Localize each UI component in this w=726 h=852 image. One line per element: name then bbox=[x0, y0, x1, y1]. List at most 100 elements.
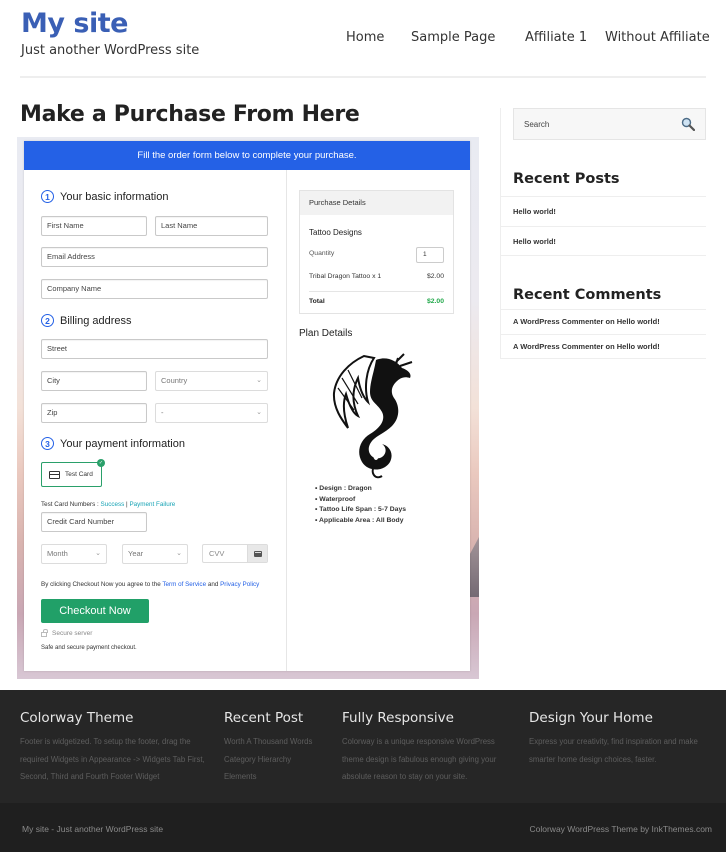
street-input[interactable]: Street bbox=[41, 339, 268, 359]
footer-col-colorway: Colorway Theme Footer is widgetized. To … bbox=[20, 710, 215, 786]
nav-home[interactable]: Home bbox=[346, 30, 384, 45]
first-name-input[interactable]: First Name bbox=[41, 216, 147, 236]
product-group: Tattoo Designs bbox=[309, 228, 362, 237]
card-number-input[interactable]: Credit Card Number bbox=[41, 512, 147, 532]
email-input[interactable]: Email Address bbox=[41, 247, 268, 267]
section-title: Your payment information bbox=[60, 437, 185, 450]
dragon-tattoo-image bbox=[332, 353, 413, 479]
payment-method-label: Test Card bbox=[65, 471, 93, 478]
purchase-details-heading: Purchase Details bbox=[300, 191, 453, 215]
country-select[interactable]: Country ⌄ bbox=[155, 371, 268, 391]
chevron-down-icon: ⌄ bbox=[95, 550, 101, 557]
step-number: 2 bbox=[41, 314, 54, 327]
footer-col-title: Colorway Theme bbox=[20, 710, 134, 726]
form-banner: Fill the order form below to complete yo… bbox=[24, 141, 470, 170]
section-payment: 3 Your payment information bbox=[41, 437, 185, 450]
secure-server: Secure server bbox=[41, 629, 93, 637]
city-input[interactable]: City bbox=[41, 371, 147, 391]
column-divider bbox=[286, 170, 287, 671]
search-input[interactable] bbox=[514, 109, 674, 139]
privacy-link[interactable]: Privacy Policy bbox=[220, 581, 259, 588]
page-title: Make a Purchase From Here bbox=[20, 102, 360, 127]
secure-server-label: Secure server bbox=[52, 630, 93, 637]
recent-comment-link[interactable]: A WordPress Commenter on Hello world! bbox=[501, 334, 706, 359]
total-amount: $2.00 bbox=[426, 298, 444, 305]
cvv-card-icon bbox=[247, 545, 267, 562]
plan-details-heading: Plan Details bbox=[299, 328, 353, 339]
cvv-input[interactable]: CVV bbox=[202, 544, 268, 563]
chevron-down-icon: ⌄ bbox=[176, 550, 182, 557]
header-divider bbox=[20, 76, 706, 78]
line-item-amount: $2.00 bbox=[426, 273, 444, 280]
success-link[interactable]: Success bbox=[101, 501, 125, 508]
test-card-label: Test Card Numbers : bbox=[41, 501, 101, 508]
line-item: Tribal Dragon Tattoo x 1 $2.00 bbox=[309, 273, 444, 280]
search-icon[interactable] bbox=[681, 117, 695, 131]
lock-icon bbox=[41, 629, 48, 637]
footer-theme-credit[interactable]: Colorway WordPress Theme by InkThemes.co… bbox=[530, 824, 713, 834]
search-widget bbox=[513, 108, 706, 140]
month-select[interactable]: Month ⌄ bbox=[41, 544, 107, 564]
plan-feature: Waterproof bbox=[315, 495, 406, 506]
section-title: Billing address bbox=[60, 314, 132, 327]
check-icon: ✓ bbox=[97, 459, 105, 467]
total-label: Total bbox=[309, 298, 325, 305]
footer-widgets: Colorway Theme Footer is widgetized. To … bbox=[0, 690, 726, 803]
plan-feature: Design : Dragon bbox=[315, 484, 406, 495]
quantity-input[interactable]: 1 bbox=[416, 247, 444, 263]
nav-sample-page[interactable]: Sample Page bbox=[411, 30, 495, 45]
footer-post-link[interactable]: Category Hierarchy bbox=[224, 751, 334, 769]
recent-comments-heading: Recent Comments bbox=[513, 287, 662, 303]
footer-col-text: Colorway is a unique responsive WordPres… bbox=[342, 737, 497, 781]
footer-col-text: Express your creativity, find inspiratio… bbox=[529, 737, 698, 764]
terms-link[interactable]: Term of Service bbox=[162, 581, 206, 588]
month-select-value: Month bbox=[47, 549, 68, 558]
section-billing: 2 Billing address bbox=[41, 314, 132, 327]
nav-without-affiliate[interactable]: Without Affiliate bbox=[605, 30, 710, 45]
zip-input[interactable]: Zip bbox=[41, 403, 147, 423]
plan-features: Design : Dragon Waterproof Tattoo Life S… bbox=[315, 484, 406, 526]
footer-col-responsive: Fully Responsive Colorway is a unique re… bbox=[342, 710, 518, 786]
footer-col-title: Design Your Home bbox=[529, 710, 653, 726]
agree-prefix: By clicking Checkout Now you agree to th… bbox=[41, 581, 163, 588]
year-select[interactable]: Year ⌄ bbox=[122, 544, 188, 564]
agree-and: and bbox=[206, 581, 221, 588]
footer-col-design-home: Design Your Home Express your creativity… bbox=[529, 710, 721, 768]
footer-col-text: Footer is widgetized. To setup the foote… bbox=[20, 737, 205, 781]
recent-post-link[interactable]: Hello world! bbox=[501, 226, 706, 256]
safe-checkout-note: Safe and secure payment checkout. bbox=[41, 645, 137, 651]
payment-failure-link[interactable]: Payment Failure bbox=[129, 501, 175, 508]
last-name-input[interactable]: Last Name bbox=[155, 216, 268, 236]
footer-bottom-bar: My site - Just another WordPress site Co… bbox=[0, 803, 726, 852]
credit-card-icon bbox=[49, 470, 60, 479]
line-item-name: Tribal Dragon Tattoo x 1 bbox=[309, 273, 382, 280]
footer-col-title: Recent Post bbox=[224, 710, 304, 726]
order-form-card: Fill the order form below to complete yo… bbox=[24, 141, 470, 671]
footer-site-credit[interactable]: My site - Just another WordPress site bbox=[22, 824, 163, 834]
chevron-down-icon: ⌄ bbox=[256, 377, 262, 384]
footer-post-link[interactable]: Elements bbox=[224, 768, 334, 786]
chevron-down-icon: ⌄ bbox=[256, 409, 262, 416]
recent-post-link[interactable]: Hello world! bbox=[501, 196, 706, 226]
main-nav: Home Sample Page Affiliate 1 Without Aff… bbox=[346, 30, 710, 48]
company-input[interactable]: Company Name bbox=[41, 279, 268, 299]
test-card-numbers: Test Card Numbers : Success | Payment Fa… bbox=[41, 501, 175, 508]
agreement-text: By clicking Checkout Now you agree to th… bbox=[41, 581, 259, 588]
total-row: Total $2.00 bbox=[309, 298, 444, 305]
site-description: Just another WordPress site bbox=[21, 43, 200, 58]
footer-col-title: Fully Responsive bbox=[342, 710, 454, 726]
state-select-value: - bbox=[161, 408, 164, 417]
footer-col-recent-post: Recent Post Worth A Thousand Words Categ… bbox=[224, 710, 334, 786]
cvv-placeholder: CVV bbox=[209, 549, 225, 558]
checkout-now-button[interactable]: Checkout Now bbox=[41, 599, 149, 623]
quantity-label: Quantity bbox=[309, 250, 335, 257]
nav-affiliate-1[interactable]: Affiliate 1 bbox=[525, 30, 587, 45]
section-title: Your basic information bbox=[60, 190, 169, 203]
site-title[interactable]: My site bbox=[21, 8, 128, 39]
plan-feature: Tattoo Life Span : 5-7 Days bbox=[315, 505, 406, 516]
footer-post-link[interactable]: Worth A Thousand Words bbox=[224, 733, 334, 751]
payment-method-test-card[interactable]: Test Card ✓ bbox=[41, 459, 105, 487]
state-select[interactable]: - ⌄ bbox=[155, 403, 268, 423]
total-divider bbox=[309, 291, 444, 292]
recent-comment-link[interactable]: A WordPress Commenter on Hello world! bbox=[501, 309, 706, 334]
